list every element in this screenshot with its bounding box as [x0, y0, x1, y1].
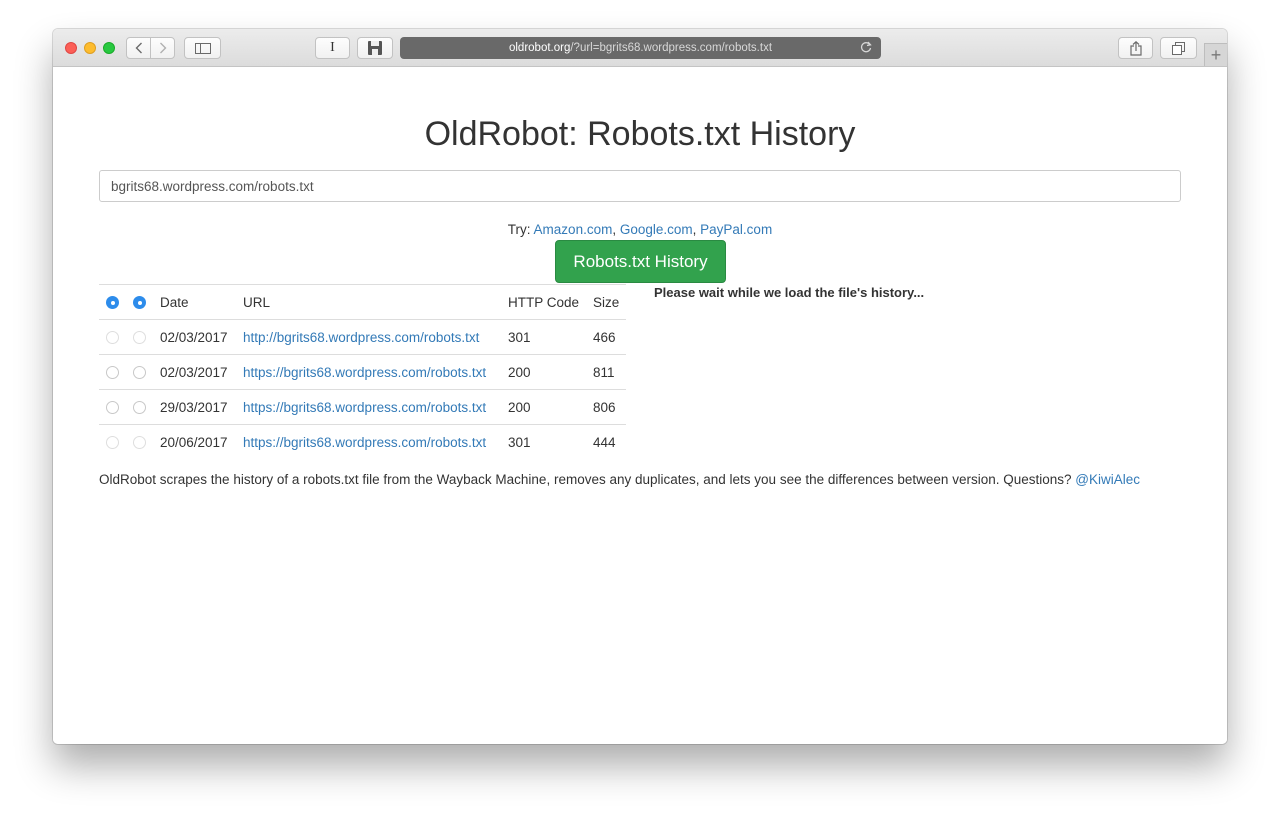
browser-window: I oldrobot.org/?url=bgrits68.wordpress.c…	[53, 29, 1227, 744]
back-button[interactable]	[126, 37, 151, 59]
save-button[interactable]	[357, 37, 393, 59]
header-size: Size	[593, 284, 626, 320]
url-domain: oldrobot.org	[508, 42, 571, 54]
plus-icon: +	[1210, 44, 1222, 65]
table-header-row: Date URL HTTP Code Size	[99, 284, 626, 320]
compare-from-radio[interactable]	[106, 401, 119, 415]
reader-button[interactable]: I	[315, 37, 350, 59]
try-link-amazon[interactable]: Amazon.com	[534, 222, 613, 237]
try-link-paypal[interactable]: PayPal.com	[700, 222, 772, 237]
table-row: 20/06/2017 https://bgrits68.wordpress.co…	[99, 424, 626, 459]
compare-from-radio-header[interactable]	[106, 296, 119, 310]
row-date: 02/03/2017	[160, 354, 243, 390]
row-url-link[interactable]: https://bgrits68.wordpress.com/robots.tx…	[243, 365, 486, 380]
tabs-icon	[1172, 41, 1185, 55]
url-search-input[interactable]	[99, 170, 1181, 202]
compare-from-radio[interactable]	[106, 331, 119, 345]
row-size: 806	[593, 389, 626, 425]
browser-toolbar: I oldrobot.org/?url=bgrits68.wordpress.c…	[53, 29, 1227, 67]
save-icon	[368, 41, 382, 55]
row-size: 466	[593, 319, 626, 355]
header-date: Date	[160, 284, 243, 320]
twitter-link[interactable]: @KiwiAlec	[1075, 472, 1140, 487]
row-size: 444	[593, 424, 626, 459]
close-window-button[interactable]	[65, 42, 77, 54]
compare-to-radio[interactable]	[133, 366, 146, 380]
row-http-code: 301	[508, 424, 593, 459]
try-suggestions: Try: Amazon.com, Google.com, PayPal.com	[507, 222, 773, 237]
reload-icon[interactable]	[859, 40, 873, 54]
row-http-code: 200	[508, 354, 593, 390]
robots-history-button[interactable]: Robots.txt History	[555, 240, 726, 283]
row-url-link[interactable]: https://bgrits68.wordpress.com/robots.tx…	[243, 400, 486, 415]
row-http-code: 301	[508, 319, 593, 355]
compare-to-radio[interactable]	[133, 401, 146, 415]
address-bar[interactable]: oldrobot.org/?url=bgrits68.wordpress.com…	[400, 37, 881, 59]
header-http-code: HTTP Code	[508, 284, 593, 320]
share-icon	[1129, 40, 1142, 56]
row-url-link[interactable]: http://bgrits68.wordpress.com/robots.txt	[243, 330, 479, 345]
footer-description: OldRobot scrapes the history of a robots…	[99, 472, 1140, 487]
history-table: Date URL HTTP Code Size 02/03/2017 http:…	[99, 284, 626, 459]
table-row: 29/03/2017 https://bgrits68.wordpress.co…	[99, 389, 626, 425]
row-size: 811	[593, 354, 626, 390]
zoom-window-button[interactable]	[103, 42, 115, 54]
minimize-window-button[interactable]	[84, 42, 96, 54]
row-url-link[interactable]: https://bgrits68.wordpress.com/robots.tx…	[243, 435, 486, 450]
tab-overview-button[interactable]	[1160, 37, 1197, 59]
sidebar-icon	[194, 42, 211, 54]
try-label: Try:	[507, 222, 534, 237]
new-tab-button[interactable]: +	[1204, 43, 1227, 66]
compare-to-radio-header[interactable]	[133, 296, 146, 310]
page-content: OldRobot: Robots.txt History Try: Amazon…	[53, 67, 1227, 744]
table-row: 02/03/2017 http://bgrits68.wordpress.com…	[99, 319, 626, 355]
header-url: URL	[243, 284, 508, 320]
loading-message: Please wait while we load the file's his…	[654, 285, 925, 300]
footer-text: OldRobot scrapes the history of a robots…	[99, 472, 1076, 487]
chevron-left-icon	[135, 42, 142, 54]
share-button[interactable]	[1118, 37, 1153, 59]
reader-icon: I	[330, 40, 335, 55]
row-date: 20/06/2017	[160, 424, 243, 459]
compare-from-radio[interactable]	[106, 366, 119, 380]
compare-to-radio[interactable]	[133, 436, 146, 450]
table-row: 02/03/2017 https://bgrits68.wordpress.co…	[99, 354, 626, 390]
url-path: /?url=bgrits68.wordpress.com/robots.txt	[570, 42, 773, 54]
compare-to-radio[interactable]	[133, 331, 146, 345]
forward-button[interactable]	[150, 37, 175, 59]
try-link-google[interactable]: Google.com	[620, 222, 693, 237]
chevron-right-icon	[159, 42, 166, 54]
row-date: 29/03/2017	[160, 389, 243, 425]
row-http-code: 200	[508, 389, 593, 425]
page-title: OldRobot: Robots.txt History	[424, 115, 856, 153]
sidebar-toggle-button[interactable]	[184, 37, 221, 59]
compare-from-radio[interactable]	[106, 436, 119, 450]
row-date: 02/03/2017	[160, 319, 243, 355]
